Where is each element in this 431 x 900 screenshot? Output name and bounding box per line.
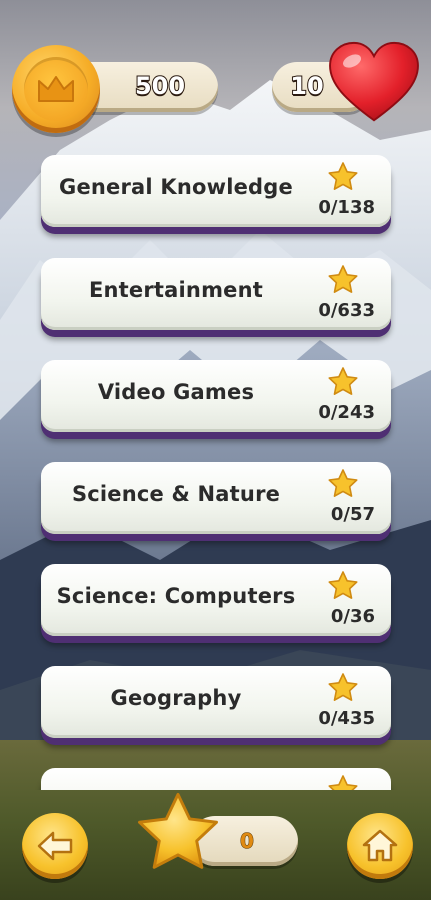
- star-icon: [328, 265, 358, 293]
- category-card-geography[interactable]: Geography 0/435: [41, 666, 391, 738]
- star-icon: [328, 162, 358, 190]
- category-progress: 0/435: [318, 708, 375, 729]
- home-icon: [362, 829, 398, 862]
- category-card-partial[interactable]: [41, 768, 391, 790]
- arrow-left-icon: [37, 831, 73, 861]
- category-progress: 0/57: [330, 504, 375, 525]
- star-icon: [328, 673, 358, 701]
- category-card-science-computers[interactable]: Science: Computers 0/36: [41, 564, 391, 636]
- coin-count: 500: [134, 71, 186, 101]
- category-progress: 0/36: [330, 606, 375, 627]
- category-card-entertainment[interactable]: Entertainment 0/633: [41, 258, 391, 330]
- heart-icon: [329, 41, 419, 122]
- category-card-general-knowledge[interactable]: General Knowledge 0/138: [41, 155, 391, 227]
- category-title: Geography: [110, 686, 242, 710]
- stars-count: 0: [240, 829, 255, 854]
- category-card-science-nature[interactable]: Science & Nature 0/57: [41, 462, 391, 534]
- star-icon: [328, 469, 358, 497]
- back-button[interactable]: [22, 813, 88, 879]
- category-title: Science: Computers: [56, 584, 296, 608]
- lives-count: 10: [289, 71, 324, 101]
- category-progress: 0/138: [318, 197, 375, 218]
- category-title: Entertainment: [88, 278, 263, 302]
- crown-coin-icon: [12, 45, 100, 133]
- category-card-video-games[interactable]: Video Games 0/243: [41, 360, 391, 432]
- category-title: Video Games: [97, 380, 255, 404]
- star-icon: [138, 792, 218, 869]
- category-title: Science & Nature: [71, 482, 281, 506]
- star-icon: [328, 775, 358, 790]
- category-title: General Knowledge: [59, 175, 293, 199]
- star-icon: [328, 571, 358, 599]
- category-progress: 0/633: [318, 300, 375, 321]
- star-icon: [328, 367, 358, 395]
- category-progress: 0/243: [318, 402, 375, 423]
- home-button[interactable]: [347, 813, 413, 879]
